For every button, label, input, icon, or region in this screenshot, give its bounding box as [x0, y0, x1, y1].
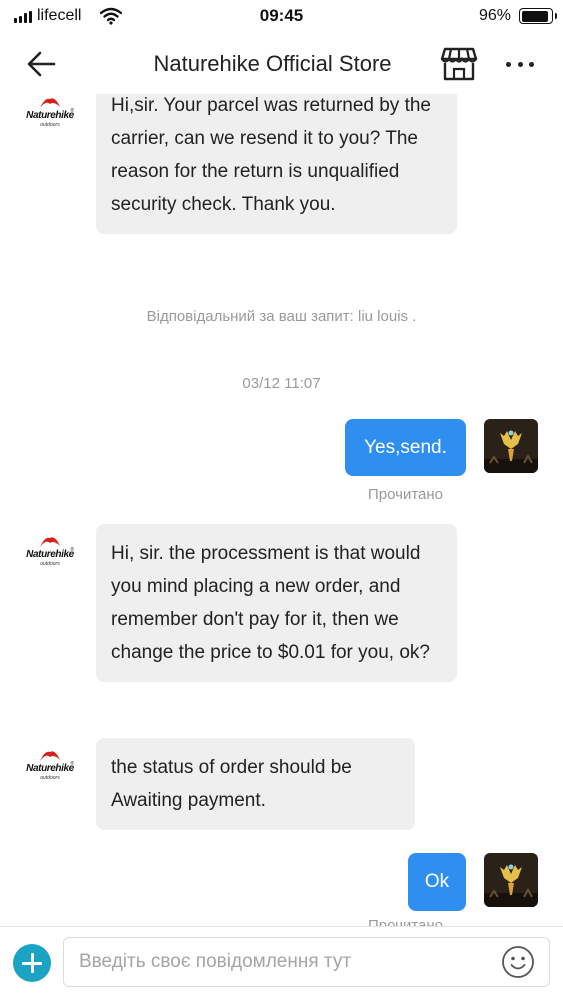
message-bubble-outgoing[interactable]: Ok — [408, 853, 466, 911]
store-avatar-tagline: outdoors — [40, 122, 60, 128]
user-avatar-image — [484, 419, 538, 473]
more-options-icon[interactable] — [506, 56, 534, 72]
read-receipt: Прочитано — [368, 486, 443, 503]
store-avatar[interactable]: Naturehike ® outdoors — [22, 749, 78, 789]
message-input[interactable] — [63, 937, 550, 987]
battery-icon — [519, 8, 557, 24]
chat-header: Naturehike Official Store — [0, 34, 563, 94]
system-note: Відповідальний за ваш запит: liu louis . — [146, 308, 417, 325]
message-composer — [0, 926, 563, 1000]
add-attachment-button[interactable] — [13, 944, 51, 982]
read-receipt: Прочитано — [368, 917, 443, 926]
store-avatar[interactable]: Naturehike ® outdoors — [22, 535, 78, 575]
status-bar: lifecell 09:45 96% — [0, 0, 563, 34]
user-avatar[interactable] — [484, 419, 538, 473]
store-avatar-tagline: outdoors — [40, 775, 60, 781]
store-icon[interactable] — [440, 45, 478, 83]
user-avatar-image — [484, 853, 538, 907]
store-avatar[interactable]: Naturehike ® outdoors — [22, 96, 78, 136]
naturehike-logo-icon — [40, 537, 60, 547]
user-avatar[interactable] — [484, 853, 538, 907]
battery-percent: 96% — [478, 7, 511, 24]
store-avatar-tagline: outdoors — [40, 561, 60, 567]
message-bubble-incoming[interactable]: Hi,sir. Your parcel was returned by the … — [96, 94, 457, 234]
message-bubble-outgoing[interactable]: Yes,send. — [345, 419, 466, 476]
naturehike-logo-icon — [40, 751, 60, 761]
naturehike-logo-icon — [40, 98, 60, 108]
emoji-icon[interactable] — [501, 945, 535, 979]
message-timestamp: 03/12 11:07 — [242, 375, 321, 392]
message-bubble-incoming[interactable]: Hi, sir. the processment is that would y… — [96, 524, 457, 682]
message-bubble-incoming[interactable]: the status of order should be Awaiting p… — [96, 738, 415, 830]
chat-thread[interactable]: Naturehike ® outdoors Hi,sir. Your parce… — [0, 94, 563, 926]
